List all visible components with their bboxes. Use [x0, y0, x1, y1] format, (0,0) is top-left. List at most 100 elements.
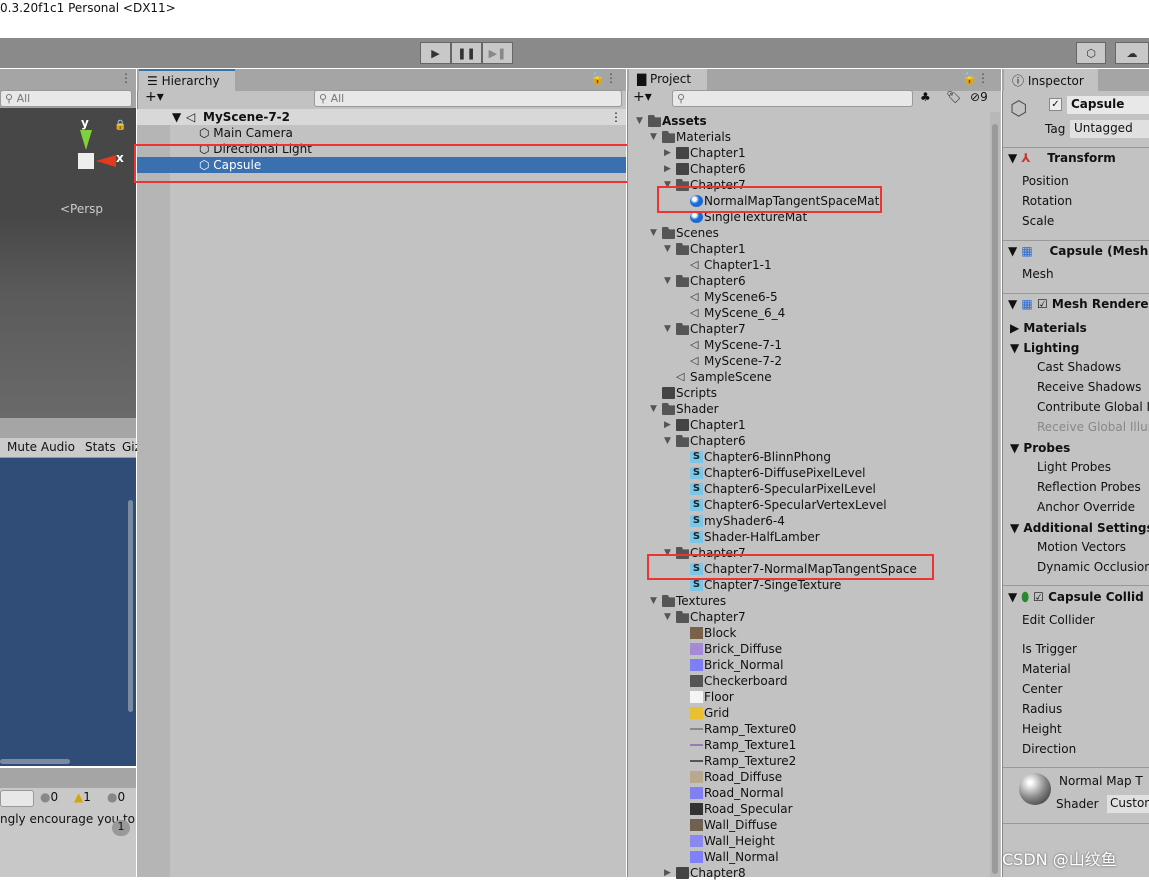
- collapsed-arrow-icon[interactable]: ▶: [664, 145, 674, 161]
- project-item-texture[interactable]: Block: [628, 625, 988, 641]
- project-item-texture[interactable]: Wall_Normal: [628, 849, 988, 865]
- project-item-texture[interactable]: Grid: [628, 705, 988, 721]
- tag-dropdown[interactable]: Untagged: [1070, 120, 1149, 138]
- project-item-texture[interactable]: Wall_Height: [628, 833, 988, 849]
- gizmo-y-cone[interactable]: [80, 130, 92, 150]
- project-item-folder[interactable]: ▶ Chapter8: [628, 865, 988, 881]
- project-item-scene[interactable]: ◁ MyScene_6_4: [628, 305, 988, 321]
- project-item-texture[interactable]: Brick_Normal: [628, 657, 988, 673]
- expanded-arrow-icon[interactable]: ▼: [650, 593, 660, 609]
- console-search[interactable]: [0, 790, 34, 807]
- collider-checkbox[interactable]: ☑: [1033, 590, 1044, 604]
- project-item-scene[interactable]: ◁ MyScene-7-1: [628, 337, 988, 353]
- collapsed-arrow-icon[interactable]: ▶: [664, 161, 674, 177]
- transform-header[interactable]: ▼ ⅄ Transform: [1008, 151, 1116, 165]
- project-item-ramp[interactable]: Ramp_Texture2: [628, 753, 988, 769]
- project-item-shader[interactable]: S Shader-HalfLamber: [628, 529, 988, 545]
- project-item-folder[interactable]: ▼ Assets: [628, 113, 988, 129]
- mute-audio-button[interactable]: Mute Audio: [7, 440, 75, 454]
- project-item-shader[interactable]: S Chapter6-SpecularPixelLevel: [628, 481, 988, 497]
- project-item-scene[interactable]: ◁ MyScene-7-2: [628, 353, 988, 369]
- hierarchy-item-main-camera[interactable]: ⬡ Main Camera: [199, 125, 293, 141]
- project-item-folder[interactable]: Scripts: [628, 385, 988, 401]
- mesh-filter-header[interactable]: ▼ ▦ Capsule (Mesh: [1008, 244, 1148, 258]
- info-filter[interactable]: ●0: [40, 790, 58, 804]
- search-by-type-icon[interactable]: ♣: [920, 90, 931, 104]
- lock-icon[interactable]: 🔒: [114, 120, 126, 131]
- project-item-texture[interactable]: Road_Diffuse: [628, 769, 988, 785]
- project-item-texture[interactable]: Road_Specular: [628, 801, 988, 817]
- edit-collider-button[interactable]: Edit Collider: [1022, 613, 1095, 627]
- expanded-arrow-icon[interactable]: ▼: [650, 401, 660, 417]
- project-item-shader[interactable]: S Chapter6-BlinnPhong: [628, 449, 988, 465]
- error-filter[interactable]: ●0: [107, 790, 125, 804]
- project-scrollbar[interactable]: [990, 112, 1000, 877]
- expanded-arrow-icon[interactable]: ▼: [664, 273, 674, 289]
- scene-search[interactable]: ⚲ All: [0, 90, 132, 107]
- project-item-folder[interactable]: ▼ Chapter7: [628, 321, 988, 337]
- project-item-folder[interactable]: ▼ Materials: [628, 129, 988, 145]
- project-item-folder[interactable]: ▼ Scenes: [628, 225, 988, 241]
- collab-button[interactable]: ⬡: [1076, 42, 1106, 64]
- expanded-arrow-icon[interactable]: ▼: [650, 225, 660, 241]
- hierarchy-add-button[interactable]: +▾: [145, 89, 164, 105]
- hierarchy-search[interactable]: ⚲ All: [314, 90, 622, 107]
- project-item-texture[interactable]: Road_Normal: [628, 785, 988, 801]
- mesh-renderer-header[interactable]: ▼ ▦ ☑ Mesh Rendere: [1008, 297, 1149, 311]
- project-item-folder[interactable]: ▼ Shader: [628, 401, 988, 417]
- gizmo-x-cone[interactable]: [96, 155, 116, 167]
- cloud-button[interactable]: ☁: [1115, 42, 1149, 64]
- active-checkbox[interactable]: ✓: [1049, 98, 1062, 111]
- project-item-folder[interactable]: ▼ Chapter1: [628, 241, 988, 257]
- gameobject-icon[interactable]: ⬡: [1010, 96, 1027, 120]
- project-item-folder[interactable]: ▶ Chapter1: [628, 417, 988, 433]
- play-button[interactable]: ▶: [420, 42, 451, 64]
- project-item-folder[interactable]: ▼ Chapter6: [628, 273, 988, 289]
- expanded-arrow-icon[interactable]: ▼: [664, 609, 674, 625]
- project-item-texture[interactable]: Checkerboard: [628, 673, 988, 689]
- project-item-scene[interactable]: ◁ SampleScene: [628, 369, 988, 385]
- tab-project[interactable]: ▇ Project: [629, 69, 707, 91]
- scene-menu-icon[interactable]: ⋮: [610, 109, 622, 125]
- mesh-renderer-checkbox[interactable]: ☑: [1037, 297, 1048, 311]
- project-item-folder[interactable]: ▼ Textures: [628, 593, 988, 609]
- scene-menu-icon[interactable]: ⋮: [120, 71, 132, 85]
- expanded-arrow-icon[interactable]: ▼: [636, 113, 646, 129]
- search-by-label-icon[interactable]: 🏷: [946, 90, 961, 104]
- scrollbar-thumb[interactable]: [992, 124, 998, 874]
- hierarchy-lock-icon[interactable]: 🔓⋮: [590, 71, 617, 85]
- project-item-folder[interactable]: ▼ Chapter7: [628, 609, 988, 625]
- pause-button[interactable]: ❚❚: [451, 42, 482, 64]
- game-vscrollbar[interactable]: [128, 500, 133, 712]
- warning-filter[interactable]: ▲1: [74, 790, 91, 804]
- project-item-folder[interactable]: ▶ Chapter6: [628, 161, 988, 177]
- collapsed-arrow-icon[interactable]: ▶: [664, 417, 674, 433]
- lighting-foldout[interactable]: ▼ Lighting: [1010, 341, 1079, 355]
- project-item-texture[interactable]: Floor: [628, 689, 988, 705]
- project-item-scene[interactable]: ◁ Chapter1-1: [628, 257, 988, 273]
- materials-foldout[interactable]: ▶ Materials: [1010, 321, 1087, 335]
- stats-button[interactable]: Stats: [85, 440, 116, 454]
- project-item-texture[interactable]: Wall_Diffuse: [628, 817, 988, 833]
- project-item-scene[interactable]: ◁ MyScene6-5: [628, 289, 988, 305]
- project-item-ramp[interactable]: Ramp_Texture0: [628, 721, 988, 737]
- capsule-collider-header[interactable]: ▼ ⬮ ☑ Capsule Collid: [1008, 590, 1144, 605]
- project-item-ramp[interactable]: Ramp_Texture1: [628, 737, 988, 753]
- project-item-shader[interactable]: S Chapter6-SpecularVertexLevel: [628, 497, 988, 513]
- collapsed-arrow-icon[interactable]: ▶: [664, 865, 674, 881]
- game-hscrollbar[interactable]: [0, 759, 70, 764]
- probes-foldout[interactable]: ▼ Probes: [1010, 441, 1070, 455]
- scene-expand-arrow[interactable]: ▼: [172, 109, 181, 125]
- project-item-texture[interactable]: Brick_Diffuse: [628, 641, 988, 657]
- tab-hierarchy[interactable]: ☰ Hierarchy: [139, 69, 235, 91]
- hidden-packages-toggle[interactable]: ⊘9: [970, 90, 988, 104]
- project-add-button[interactable]: +▾: [633, 89, 652, 105]
- project-item-shader[interactable]: SmyShader6-4: [628, 513, 988, 529]
- expanded-arrow-icon[interactable]: ▼: [664, 433, 674, 449]
- name-field[interactable]: Capsule: [1067, 96, 1149, 114]
- project-item-folder[interactable]: ▶ Chapter1: [628, 145, 988, 161]
- expanded-arrow-icon[interactable]: ▼: [650, 129, 660, 145]
- project-search[interactable]: ⚲: [672, 90, 913, 107]
- expanded-arrow-icon[interactable]: ▼: [664, 241, 674, 257]
- tab-inspector[interactable]: ⓘ Inspector: [1004, 69, 1098, 91]
